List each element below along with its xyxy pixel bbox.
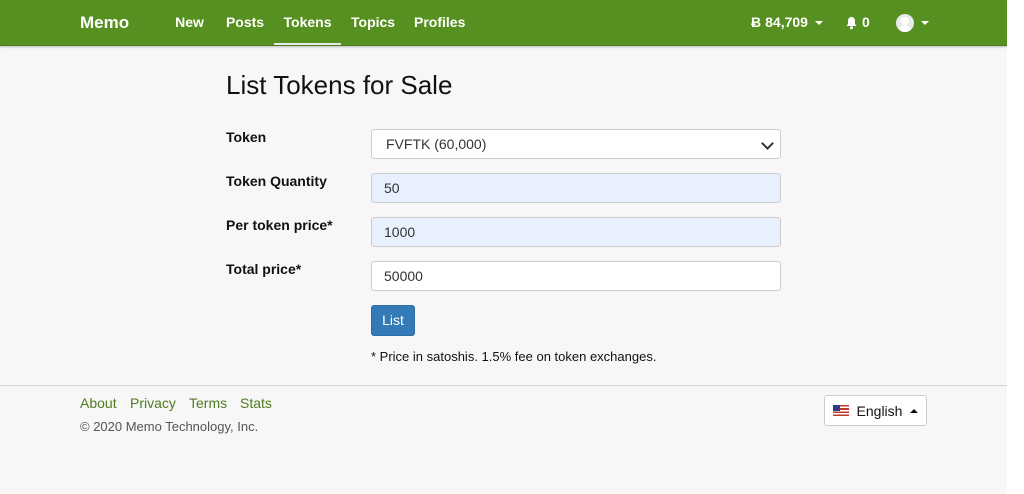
notification-count: 0 bbox=[862, 14, 870, 30]
top-navbar: Memo New Posts Tokens Topics Profiles Ƀ … bbox=[0, 0, 1007, 46]
bitcoin-icon: Ƀ bbox=[751, 14, 762, 30]
nav-item-posts[interactable]: Posts bbox=[225, 0, 265, 45]
footer-link-privacy[interactable]: Privacy bbox=[130, 395, 176, 411]
account-dropdown[interactable] bbox=[896, 0, 929, 45]
price-label: Per token price* bbox=[226, 217, 333, 233]
price-input[interactable] bbox=[371, 217, 781, 247]
copyright-text: © 2020 Memo Technology, Inc. bbox=[80, 419, 259, 434]
caret-down-icon bbox=[814, 20, 823, 25]
language-dropdown[interactable]: English bbox=[824, 395, 927, 426]
token-select-box[interactable]: FVFTK (60,000) bbox=[371, 129, 781, 159]
language-label: English bbox=[856, 402, 903, 419]
bell-icon bbox=[846, 16, 857, 29]
nav-item-topics[interactable]: Topics bbox=[351, 0, 395, 45]
scrollbar[interactable] bbox=[1007, 0, 1024, 494]
notifications-link[interactable]: 0 bbox=[845, 0, 870, 45]
footer-divider bbox=[0, 385, 1007, 386]
page-title: List Tokens for Sale bbox=[226, 70, 453, 100]
nav-item-new[interactable]: New bbox=[173, 0, 206, 45]
caret-up-icon bbox=[910, 408, 919, 413]
footer-link-about[interactable]: About bbox=[80, 395, 117, 411]
token-select[interactable]: FVFTK (60,000) bbox=[371, 129, 781, 159]
balance-dropdown[interactable]: Ƀ 84,709 bbox=[751, 0, 823, 45]
footer-link-terms[interactable]: Terms bbox=[189, 395, 227, 411]
avatar bbox=[896, 13, 914, 32]
total-label: Total price* bbox=[226, 261, 302, 277]
token-selected-value: FVFTK (60,000) bbox=[386, 136, 487, 152]
quantity-input[interactable] bbox=[371, 173, 781, 203]
balance-value: 84,709 bbox=[765, 14, 808, 30]
nav-item-profiles[interactable]: Profiles bbox=[414, 0, 465, 45]
caret-down-icon bbox=[921, 20, 929, 25]
brand-logo[interactable]: Memo bbox=[80, 13, 129, 33]
quantity-label: Token Quantity bbox=[226, 173, 327, 189]
token-label: Token bbox=[226, 129, 267, 145]
footer-link-stats[interactable]: Stats bbox=[240, 395, 272, 411]
total-input[interactable] bbox=[371, 261, 781, 291]
chevron-down-icon bbox=[761, 137, 774, 150]
price-note: * Price in satoshis. 1.5% fee on token e… bbox=[371, 349, 657, 364]
list-button[interactable]: List bbox=[371, 305, 415, 336]
us-flag-icon bbox=[832, 405, 849, 416]
nav-item-tokens[interactable]: Tokens bbox=[274, 0, 341, 45]
